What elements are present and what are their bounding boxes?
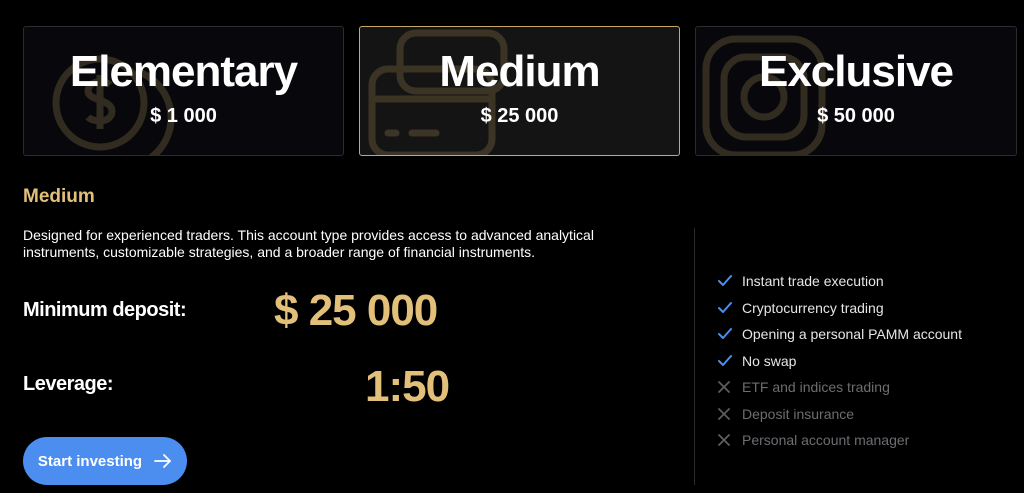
plan-description: Designed for experienced traders. This a… [23,227,594,260]
check-icon [718,275,742,287]
plan-price: $ 25 000 [480,105,559,127]
feature-item: Deposit insurance [718,401,962,428]
feature-list: Instant trade execution Cryptocurrency t… [718,268,962,454]
cross-icon [718,407,742,420]
feature-label: Cryptocurrency trading [742,299,884,316]
min-deposit-value: $ 25 000 [274,286,438,335]
plan-name: Exclusive [758,47,954,96]
feature-item: Personal account manager [718,427,962,454]
feature-label: Personal account manager [742,432,910,449]
leverage-label: Leverage: [23,373,114,395]
feature-item: Instant trade execution [718,268,962,295]
feature-label: Deposit insurance [742,405,855,422]
plan-name: Medium [439,47,600,96]
check-icon [718,354,742,367]
feature-label: ETF and indices trading [742,379,890,396]
min-deposit-label: Minimum deposit: [23,299,187,321]
plan-card-elementary[interactable]: Elementary $ 1 000 [23,26,344,156]
plan-details-title: Medium [23,186,95,207]
plan-price: $ 1 000 [150,105,217,127]
cross-icon [718,381,742,394]
plan-card-exclusive[interactable]: Exclusive $ 50 000 [695,26,1017,156]
plan-card-medium[interactable]: Medium $ 25 000 [359,26,680,156]
feature-label: Instant trade execution [742,273,884,290]
check-icon [718,301,742,314]
feature-item: Cryptocurrency trading [718,295,962,322]
cross-icon [718,434,742,447]
start-investing-button[interactable]: Start investing [23,437,187,485]
feature-item: Opening a personal PAMM account [718,321,962,348]
start-investing-label: Start investing [37,452,143,470]
plan-name: Elementary [69,47,298,96]
feature-item: ETF and indices trading [718,374,962,401]
leverage-value: 1:50 [365,362,450,411]
column-divider [694,228,695,485]
feature-label: No swap [742,352,797,369]
feature-label: Opening a personal PAMM account [742,326,962,343]
check-icon [718,328,742,340]
feature-item: No swap [718,348,962,375]
arrow-right-icon [154,454,171,468]
plan-price: $ 50 000 [817,105,895,127]
